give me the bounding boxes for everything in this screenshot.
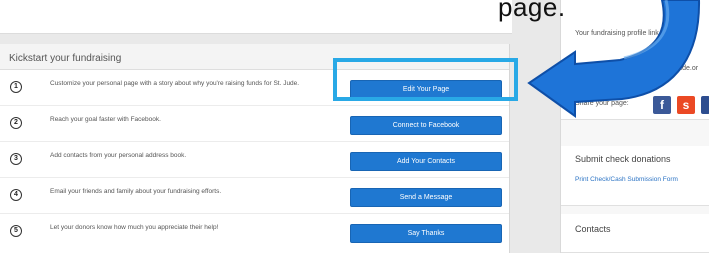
profile-link-label: Your fundraising profile link [575,30,659,37]
task-description: Customize your personal page with a stor… [50,80,300,87]
task-row: 4 Email your friends and family about yo… [0,178,509,214]
profile-url[interactable]: fundraising stjude.or [561,37,709,72]
contacts-block: Contacts [561,214,709,253]
highlight-box [333,58,518,101]
step-number: 5 [10,225,22,237]
contacts-title: Contacts [575,224,611,234]
check-donations-block: Submit check donations Print Check/Cash … [561,146,709,206]
step-number: 3 [10,153,22,165]
step-number: 2 [10,117,22,129]
task-row: 5 Let your donors know how much you appr… [0,214,509,250]
check-donations-title: Submit check donations [575,154,671,164]
task-description: Add contacts from your personal address … [50,152,187,159]
stumbleupon-share-icon[interactable]: s [677,96,695,114]
task-description: Let your donors know how much you apprec… [50,224,219,231]
task-description: Reach your goal faster with Facebook. [50,116,161,123]
task-description: Email your friends and family about your… [50,188,222,195]
step-number: 1 [10,81,22,93]
task-row: 3 Add contacts from your personal addres… [0,142,509,178]
page-caption: page. [498,0,566,22]
step-number: 4 [10,189,22,201]
add-contacts-button[interactable]: Add Your Contacts [350,152,502,171]
task-row: 2 Reach your goal faster with Facebook. … [0,106,509,142]
share-icon[interactable] [701,96,709,114]
facebook-share-icon[interactable]: f [653,96,671,114]
check-form-link[interactable]: Print Check/Cash Submission Form [561,164,709,183]
send-message-button[interactable]: Send a Message [350,188,502,207]
right-sidebar: Your fundraising profile link fundraisin… [560,0,709,253]
connect-facebook-button[interactable]: Connect to Facebook [350,116,502,135]
top-card [0,0,512,34]
say-thanks-button[interactable]: Say Thanks [350,224,502,243]
